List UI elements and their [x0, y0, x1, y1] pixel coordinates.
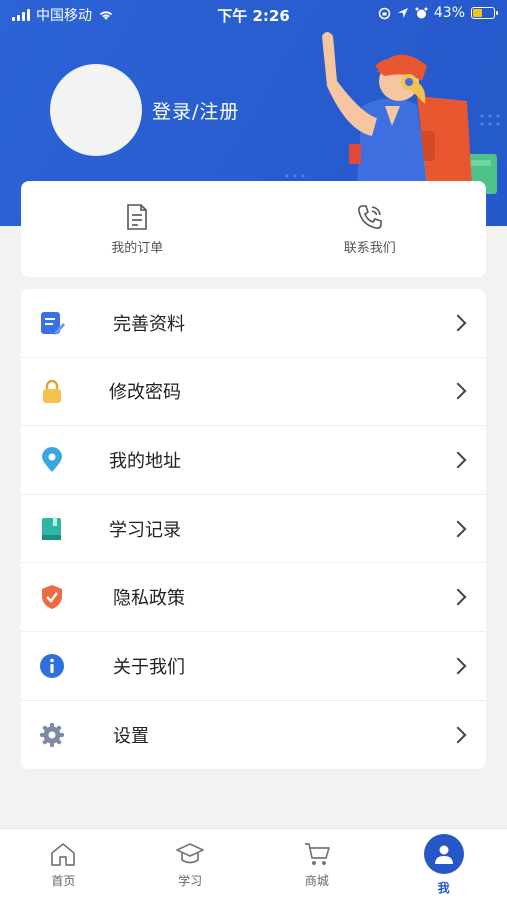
menu-item-label: 设置 [113, 725, 149, 747]
contact-us-label: 联系我们 [343, 240, 396, 256]
settings-menu: 完善资料 修改密码 我的地址 学习记录 隐私政策 关于我们 设置 [21, 289, 486, 769]
tab-home[interactable]: 首页 [0, 829, 127, 900]
battery-icon [471, 7, 498, 19]
tab-label: 我 [437, 880, 450, 895]
document-icon [127, 203, 148, 230]
graduation-cap-icon [176, 842, 204, 863]
menu-item-privacy-policy[interactable]: 隐私政策 [21, 563, 486, 632]
home-icon [51, 842, 76, 866]
avatar[interactable] [50, 64, 142, 156]
gear-icon [39, 722, 65, 748]
location-icon [397, 8, 408, 18]
user-icon [423, 833, 464, 874]
menu-item-about-us[interactable]: 关于我们 [21, 632, 486, 701]
menu-item-label: 我的地址 [109, 450, 181, 472]
shield-check-icon [39, 584, 65, 610]
orientation-lock-icon [378, 7, 391, 19]
chevron-right-icon [449, 657, 467, 675]
menu-item-label: 隐私政策 [113, 588, 185, 610]
location-pin-icon [39, 446, 65, 473]
tab-study[interactable]: 学习 [127, 829, 254, 900]
chevron-right-icon [449, 382, 467, 400]
tab-label: 首页 [51, 873, 76, 888]
chevron-right-icon [449, 451, 467, 469]
chevron-right-icon [449, 314, 467, 332]
tab-label: 商城 [304, 873, 329, 888]
menu-item-study-records[interactable]: 学习记录 [21, 495, 486, 564]
tab-mall[interactable]: 商城 [254, 829, 381, 900]
quick-actions-card: 我的订单 联系我们 [21, 181, 486, 277]
menu-item-complete-profile[interactable]: 完善资料 [21, 289, 486, 358]
cart-icon [304, 842, 330, 865]
contact-us-button[interactable]: 联系我们 [254, 181, 487, 277]
info-icon [39, 653, 65, 679]
battery-percent: 43% [433, 5, 465, 21]
book-icon [39, 516, 65, 542]
login-register-link[interactable]: 登录/注册 [152, 97, 239, 124]
alarm-icon [415, 7, 428, 18]
tab-label: 学习 [178, 873, 203, 888]
status-bar: 中国移动 下午 2:26 43% [0, 0, 507, 28]
menu-item-label: 修改密码 [109, 382, 181, 404]
my-orders-label: 我的订单 [111, 240, 164, 256]
tab-me[interactable]: 我 [380, 829, 507, 900]
chevron-right-icon [449, 520, 467, 538]
lock-icon [39, 378, 65, 404]
menu-item-label: 学习记录 [109, 519, 181, 541]
menu-item-label: 完善资料 [113, 313, 185, 335]
phone-icon [357, 204, 382, 229]
chevron-right-icon [449, 588, 467, 606]
menu-item-change-password[interactable]: 修改密码 [21, 358, 486, 427]
tab-bar: 首页 学习 商城 我 [0, 828, 507, 900]
menu-item-label: 关于我们 [113, 656, 185, 678]
menu-item-settings[interactable]: 设置 [21, 701, 486, 770]
chevron-right-icon [449, 726, 467, 744]
edit-document-icon [39, 310, 65, 336]
my-orders-button[interactable]: 我的订单 [21, 181, 254, 277]
menu-item-my-address[interactable]: 我的地址 [21, 426, 486, 495]
